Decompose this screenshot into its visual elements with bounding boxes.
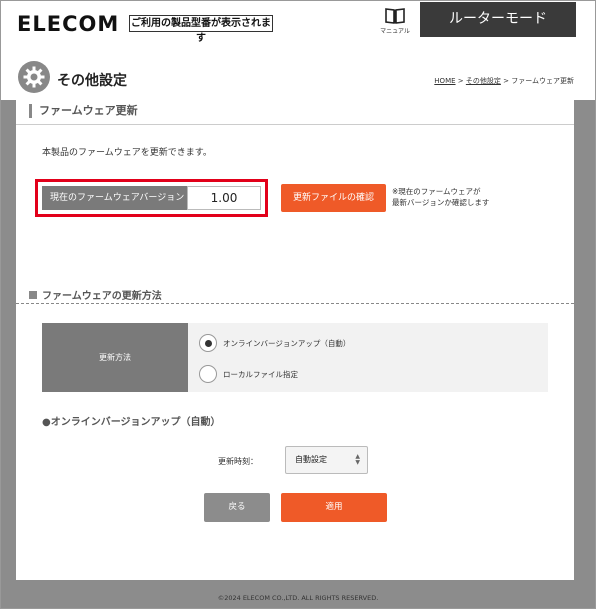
back-button[interactable]: 戻る [204,493,270,522]
radio-label: オンラインバージョンアップ（自動） [223,338,351,348]
breadcrumb-parent-link[interactable]: その他設定 [466,77,501,85]
header: ELECOM ご利用の製品型番が表示されます マニュアル ルーターモード [1,1,595,45]
breadcrumb-home-link[interactable]: HOME [434,77,455,85]
book-icon [385,8,405,24]
radio-option-online[interactable]: オンラインバージョンアップ（自動） [199,333,350,353]
update-method-label: 更新方法 [42,323,188,392]
update-time-value: 自動設定 [295,455,327,464]
breadcrumb-separator: > [455,77,466,85]
radio-button[interactable] [199,365,217,383]
version-label: 現在のファームウェアバージョン [42,186,187,210]
check-note-line: 最新バージョンか確認します [392,198,490,207]
update-time-select[interactable]: 自動設定 ▲ ▼ [285,446,368,474]
square-bullet-icon [29,291,37,299]
manual-label: マニュアル [380,28,410,35]
apply-button[interactable]: 適用 [281,493,387,522]
page-title: その他設定 [57,73,127,89]
copyright-footer: ©2024 ELECOM CO.,LTD. ALL RIGHTS RESERVE… [217,594,379,602]
updown-arrows-icon: ▲ ▼ [355,453,360,466]
firmware-description: 本製品のファームウェアを更新できます。 [42,148,212,158]
section-divider [16,124,574,125]
radio-option-local-file[interactable]: ローカルファイル指定 [199,364,298,384]
elecom-logo: ELECOM [17,12,120,36]
model-number-label: ご利用の製品型番が表示されます [129,15,273,44]
breadcrumb-separator: > [500,77,512,85]
radio-button-selected[interactable] [199,334,217,352]
mode-badge: ルーターモード [420,2,576,37]
section-title-update-method: ファームウェアの更新方法 [29,287,162,302]
breadcrumb: HOME > その他設定 > ファームウェア更新 [434,76,574,86]
check-note: ※現在のファームウェアが 最新バージョンか確認します [392,186,489,208]
radio-label: ローカルファイル指定 [223,369,298,379]
version-value: 1.00 [187,186,261,210]
online-update-title: ●オンラインバージョンアップ（自動） [42,417,221,428]
dashed-divider [16,303,574,304]
update-time-label: 更新時刻： [218,457,258,466]
gear-icon [18,61,50,93]
breadcrumb-current: ファームウェア更新 [511,77,574,85]
section-title-firmware: ファームウェア更新 [29,104,138,118]
update-method-title: ファームウェアの更新方法 [42,291,162,302]
check-note-line: ※現在のファームウェアが [392,187,481,196]
check-update-button[interactable]: 更新ファイルの確認 [281,184,386,212]
manual-link[interactable]: マニュアル [375,7,415,39]
